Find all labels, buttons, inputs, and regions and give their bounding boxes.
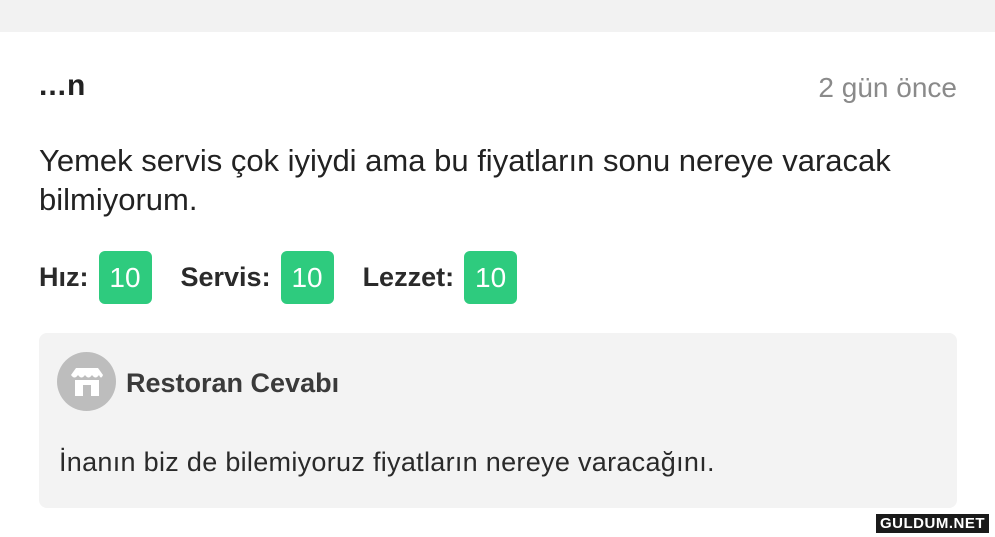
review-timestamp: 2 gün önce (818, 72, 957, 103)
storefront-icon (57, 352, 116, 411)
rating-label-taste: Lezzet: (362, 262, 455, 292)
reviewer-name[interactable]: ...n (39, 66, 86, 106)
top-separator (0, 0, 995, 32)
rating-label-service: Servis: (180, 262, 271, 292)
watermark: GULDUM.NET (876, 514, 989, 533)
reply-title: Restoran Cevabı (126, 368, 340, 398)
rating-label-speed: Hız: (39, 262, 89, 292)
rating-badge-speed: 10 (98, 251, 152, 304)
rating-row: Hız: 10 Servis: 10 Lezzet: 10 (39, 251, 546, 304)
review-comment: Yemek servis çok iyiydi ama bu fiyatları… (39, 143, 891, 217)
reply-text: İnanın biz de bilemiyoruz fiyatların ner… (59, 447, 715, 477)
restaurant-reply: Restoran Cevabı İnanın biz de bilemiyoru… (39, 333, 957, 508)
rating-badge-taste: 10 (464, 251, 518, 304)
rating-badge-service: 10 (280, 251, 334, 304)
